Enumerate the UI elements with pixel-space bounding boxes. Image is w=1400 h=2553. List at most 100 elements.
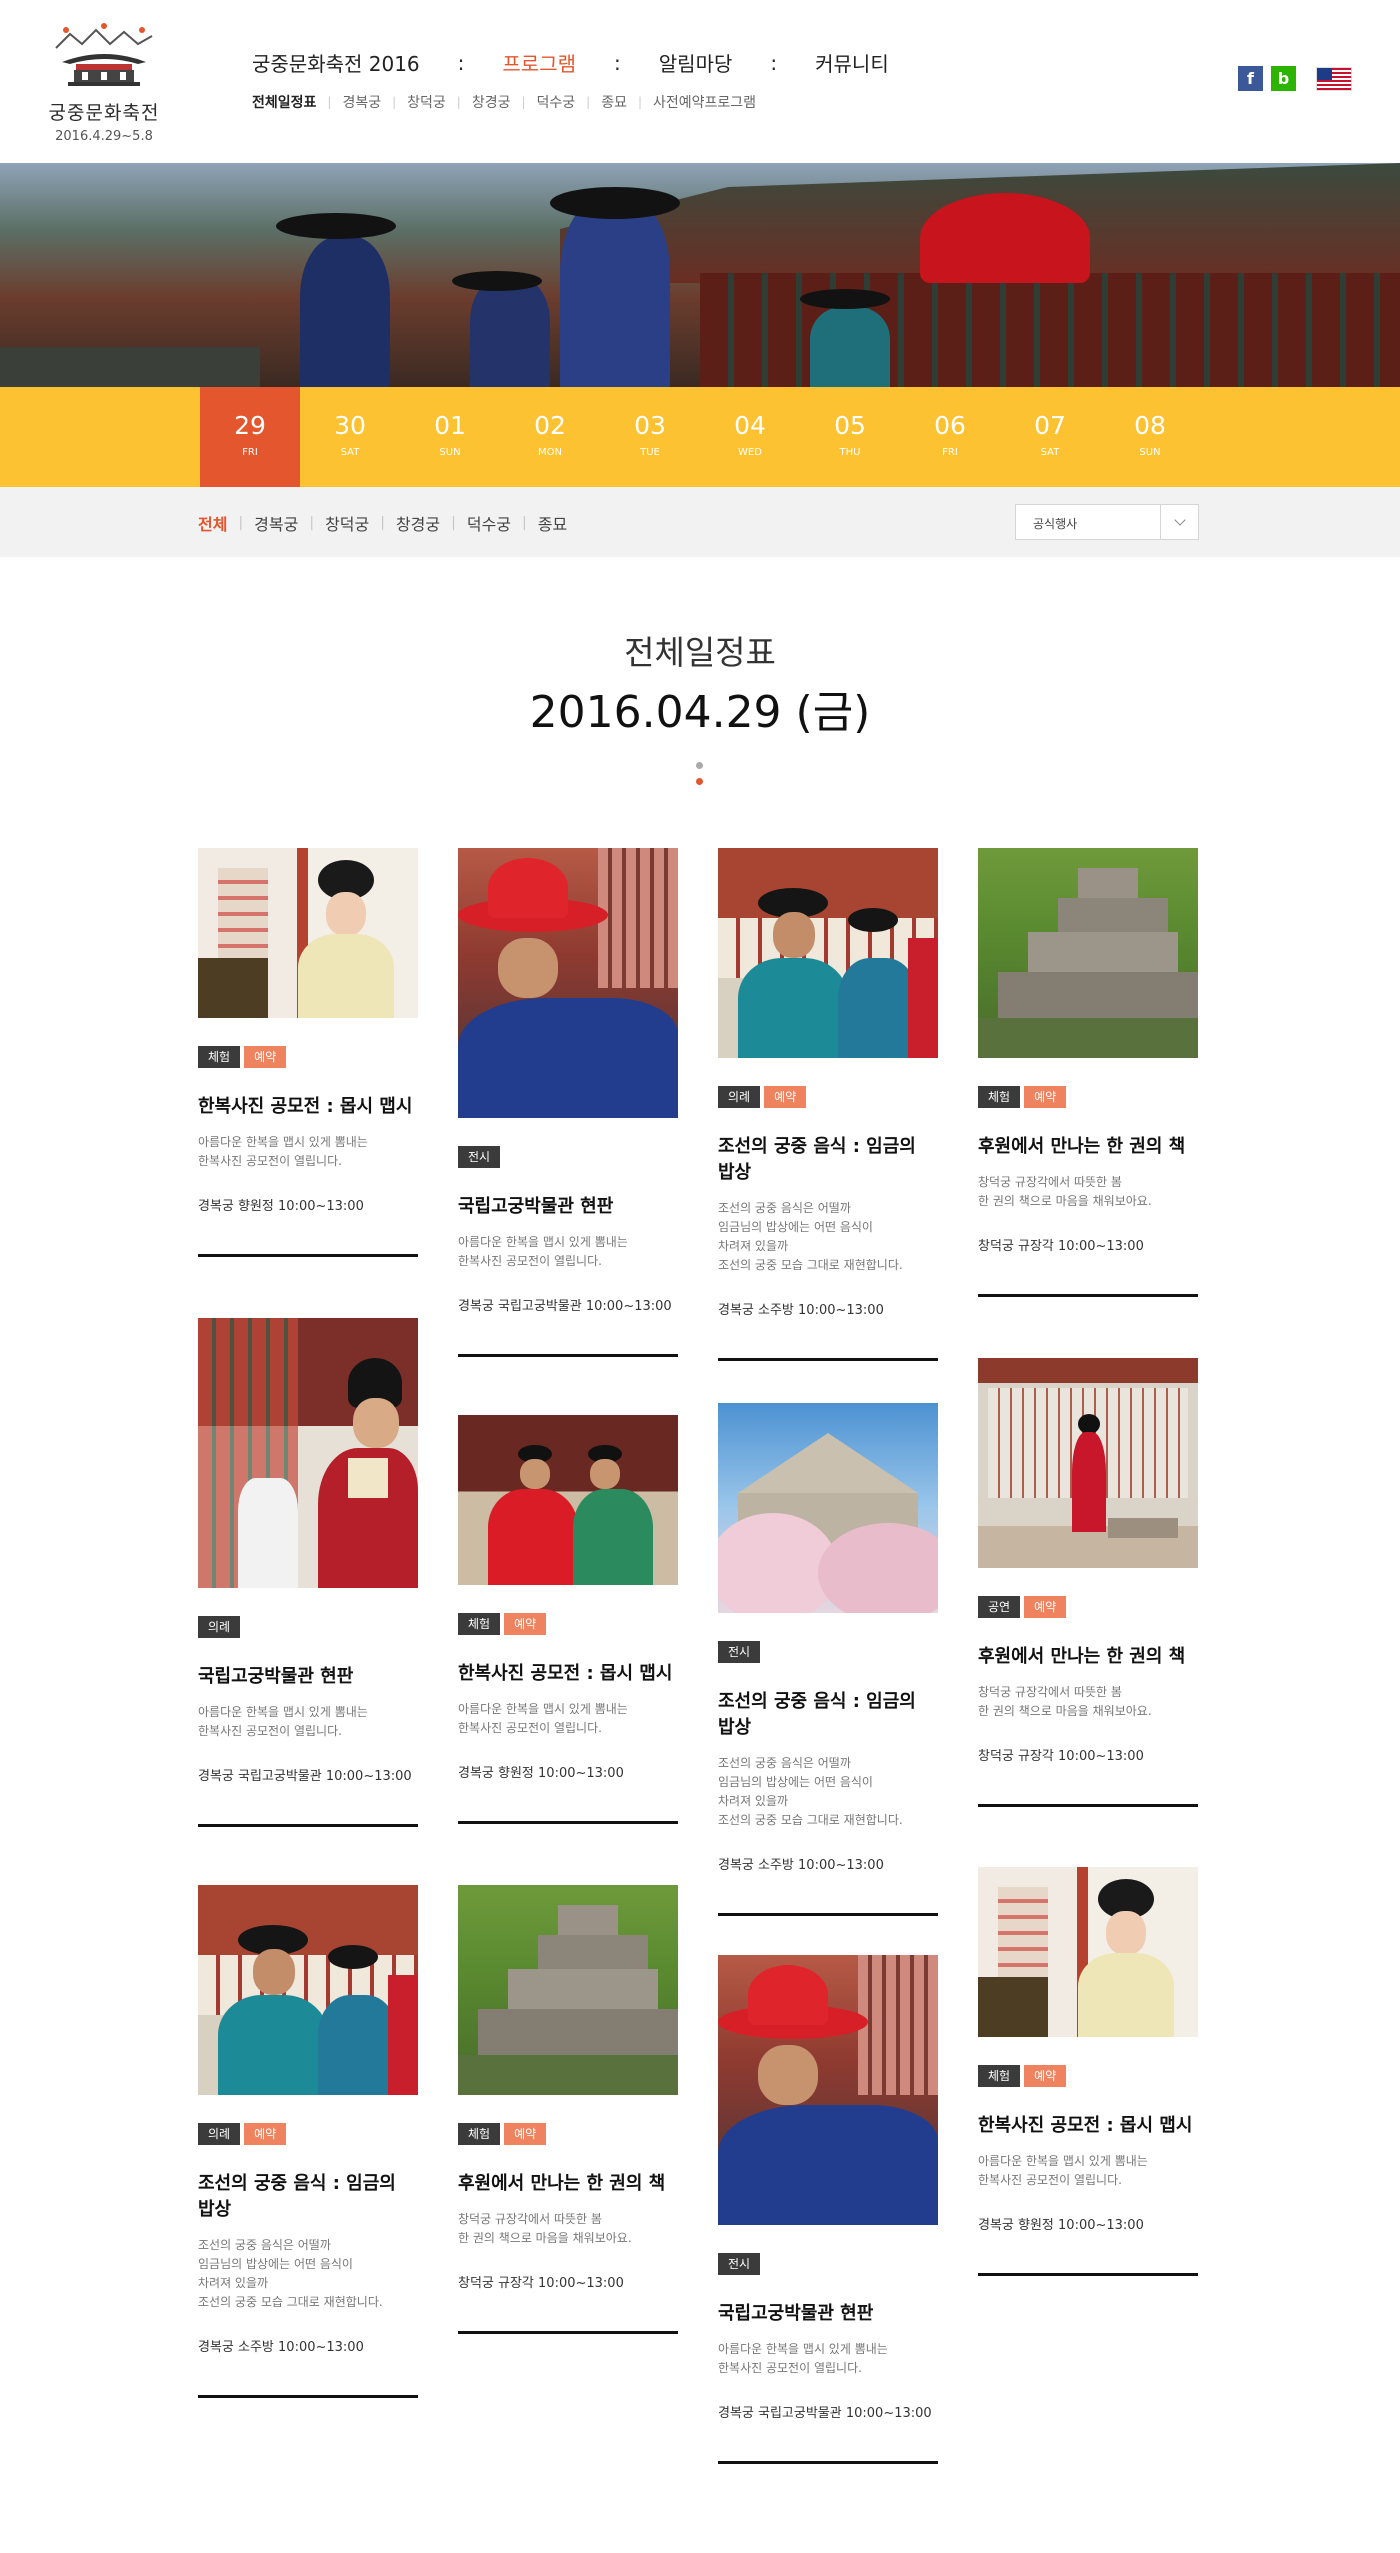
- main-nav: 궁중문화축전 2016: 프로그램: 알림마당: 커뮤니티: [252, 48, 889, 77]
- date-tab[interactable]: 07 SAT: [1000, 387, 1100, 487]
- event-title[interactable]: 조선의 궁중 음식 : 임금의 밥상: [718, 1132, 938, 1184]
- date-tab[interactable]: 06 FRI: [900, 387, 1000, 487]
- main-nav-item[interactable]: 궁중문화축전 2016: [252, 48, 420, 77]
- category-badge: 의례: [198, 2123, 241, 2145]
- palace-filter-item[interactable]: 덕수궁: [467, 511, 511, 535]
- nav-separator: :: [770, 50, 778, 75]
- date-tab[interactable]: 08 SUN: [1100, 387, 1200, 487]
- event-tags: 전시: [718, 2253, 938, 2275]
- date-tab[interactable]: 30 SAT: [300, 387, 400, 487]
- sub-nav-item[interactable]: 사전예약프로그램: [653, 92, 756, 112]
- palace-filter-item[interactable]: 경복궁: [254, 511, 298, 535]
- palace-filter-item[interactable]: 전체: [198, 511, 227, 535]
- event-title[interactable]: 후원에서 만나는 한 권의 책: [978, 1132, 1198, 1158]
- sub-nav-item[interactable]: 덕수궁: [537, 92, 576, 112]
- event-card[interactable]: 의례 예약 조선의 궁중 음식 : 임금의 밥상 조선의 궁중 음식은 어떨까 임금님…: [198, 1885, 418, 2398]
- date-tab[interactable]: 01 SUN: [400, 387, 500, 487]
- event-title[interactable]: 조선의 궁중 음식 : 임금의 밥상: [718, 1687, 938, 1739]
- event-tags: 공연 예약: [978, 1596, 1198, 1618]
- event-card[interactable]: 의례 국립고궁박물관 현판 아름다운 한복을 맵시 있게 뽐내는 한복사진 공모전이…: [198, 1318, 418, 1827]
- event-title[interactable]: 한복사진 공모전 : 몹시 맵시: [198, 1092, 418, 1118]
- festival-logo[interactable]: 궁중문화축전 2016.4.29~5.8: [48, 22, 160, 144]
- event-title[interactable]: 국립고궁박물관 현판: [458, 1192, 678, 1218]
- event-card[interactable]: 체험 예약한복사진 공모전 : 몹시 맵시아름다운 한복을 맵시 있게 뽐내는 한…: [198, 848, 418, 1257]
- event-photo[interactable]: [458, 1885, 678, 2095]
- event-photo[interactable]: [718, 1955, 938, 2225]
- logo-title: 궁중문화축전: [48, 102, 160, 124]
- palace-filter-item[interactable]: 창경궁: [396, 511, 440, 535]
- event-photo[interactable]: [198, 1318, 418, 1588]
- utility-links: f b: [1238, 66, 1352, 91]
- event-title[interactable]: 국립고궁박물관 현판: [198, 1662, 418, 1688]
- event-card[interactable]: 체험 예약 후원에서 만나는 한 권의 책 창덕궁 규장각에서 따뜻한 봄 한 권의 …: [978, 848, 1198, 1297]
- event-tags: 전시: [458, 1146, 678, 1168]
- day-of-week: FRI: [942, 447, 958, 458]
- event-photo[interactable]: [718, 1403, 938, 1613]
- event-photo[interactable]: [458, 848, 678, 1118]
- nav-separator: :: [614, 50, 621, 75]
- event-location-time: 경복궁 소주방 10:00~13:00: [718, 1858, 884, 1873]
- blog-icon[interactable]: b: [1271, 66, 1296, 91]
- date-tab[interactable]: 03 TUE: [600, 387, 700, 487]
- sub-nav-item[interactable]: 창덕궁: [407, 92, 446, 112]
- event-location-time: 경복궁 소주방 10:00~13:00: [198, 2340, 364, 2355]
- event-title[interactable]: 조선의 궁중 음식 : 임금의 밥상: [198, 2169, 418, 2221]
- event-card[interactable]: 체험 예약 한복사진 공모전 : 몹시 맵시 아름다운 한복을 맵시 있게 뽐내는 한…: [978, 1867, 1198, 2276]
- sub-nav-item[interactable]: 경복궁: [342, 92, 381, 112]
- facebook-icon[interactable]: f: [1238, 66, 1263, 91]
- day-of-week: TUE: [640, 447, 660, 458]
- event-card[interactable]: 의례 예약 조선의 궁중 음식 : 임금의 밥상 조선의 궁중 음식은 어떨까 임금님…: [718, 848, 938, 1361]
- date-tab[interactable]: 29 FRI: [200, 387, 300, 487]
- sub-nav-divider: |: [586, 95, 591, 109]
- palace-filter-item[interactable]: 종묘: [538, 511, 567, 535]
- sub-nav-item[interactable]: 창경궁: [472, 92, 511, 112]
- event-title[interactable]: 후원에서 만나는 한 권의 책: [458, 2169, 678, 2195]
- event-photo[interactable]: [198, 1885, 418, 2095]
- event-card[interactable]: 전시 조선의 궁중 음식 : 임금의 밥상 조선의 궁중 음식은 어떨까 임금님의 …: [718, 1403, 938, 1916]
- date-number: 08: [1134, 411, 1166, 440]
- nav-separator: :: [457, 50, 465, 75]
- event-tags: 체험 예약: [458, 2123, 678, 2145]
- main-nav-item[interactable]: 커뮤니티: [815, 48, 889, 77]
- event-description: 아름다운 한복을 맵시 있게 뽐내는 한복사진 공모전이 열립니다.: [198, 1135, 368, 1168]
- date-tab[interactable]: 04 WED: [700, 387, 800, 487]
- event-photo[interactable]: [978, 848, 1198, 1058]
- event-card[interactable]: 체험 예약 후원에서 만나는 한 권의 책 창덕궁 규장각에서 따뜻한 봄 한 권의 …: [458, 1885, 678, 2334]
- event-description: 아름다운 한복을 맵시 있게 뽐내는 한복사진 공모전이 열립니다.: [718, 2342, 888, 2375]
- sub-nav-divider: |: [327, 95, 332, 109]
- day-of-week: SUN: [1139, 447, 1161, 458]
- event-photo[interactable]: [978, 1867, 1198, 2037]
- event-photo[interactable]: [458, 1415, 678, 1585]
- event-photo[interactable]: [198, 848, 418, 1018]
- event-title[interactable]: 후원에서 만나는 한 권의 책: [978, 1642, 1198, 1668]
- event-type-select[interactable]: 공식행사: [1015, 504, 1199, 540]
- category-badge: 체험: [978, 1086, 1021, 1108]
- date-tab[interactable]: 02 MON: [500, 387, 600, 487]
- event-photo[interactable]: [978, 1358, 1198, 1568]
- event-card[interactable]: 전시 국립고궁박물관 현판 아름다운 한복을 맵시 있게 뽐내는 한복사진 공모전이…: [458, 848, 678, 1357]
- category-badge: 전시: [718, 2253, 761, 2275]
- reservation-badge: 예약: [1024, 1086, 1067, 1108]
- event-card[interactable]: 체험 예약 한복사진 공모전 : 몹시 맵시 아름다운 한복을 맵시 있게 뽐내는 한…: [458, 1415, 678, 1824]
- event-tags: 체험 예약: [458, 1613, 678, 1635]
- event-location-time: 경복궁 향원정 10:00~13:00: [458, 1766, 624, 1781]
- event-title[interactable]: 한복사진 공모전 : 몹시 맵시: [978, 2111, 1198, 2137]
- event-title[interactable]: 국립고궁박물관 현판: [718, 2299, 938, 2325]
- sub-nav-item[interactable]: 전체일정표: [252, 92, 316, 112]
- date-number: 03: [634, 411, 666, 440]
- date-tab[interactable]: 05 THU: [800, 387, 900, 487]
- event-card[interactable]: 공연 예약 후원에서 만나는 한 권의 책 창덕궁 규장각에서 따뜻한 봄 한 권의 …: [978, 1358, 1198, 1807]
- palace-filter-item[interactable]: 창덕궁: [325, 511, 369, 535]
- event-title[interactable]: 한복사진 공모전 : 몹시 맵시: [458, 1659, 678, 1685]
- sub-nav: 전체일정표 | 경복궁 | 창덕궁 | 창경궁 | 덕수궁 | 종묘 | 사전예약프로그램: [252, 92, 756, 112]
- day-of-week: WED: [738, 447, 762, 458]
- sub-nav-item[interactable]: 종묘: [601, 92, 627, 112]
- main-nav-item[interactable]: 알림마당: [659, 48, 733, 77]
- event-tags: 체험 예약: [198, 1046, 418, 1068]
- main-nav-item[interactable]: 프로그램: [502, 48, 576, 77]
- palace-logo-icon: [55, 23, 153, 86]
- event-card[interactable]: 전시국립고궁박물관 현판아름다운 한복을 맵시 있게 뽐내는 한복사진 공모전이…: [718, 1955, 938, 2464]
- event-photo[interactable]: [718, 848, 938, 1058]
- day-of-week: SAT: [340, 447, 360, 458]
- us-flag-language-icon[interactable]: [1316, 66, 1352, 91]
